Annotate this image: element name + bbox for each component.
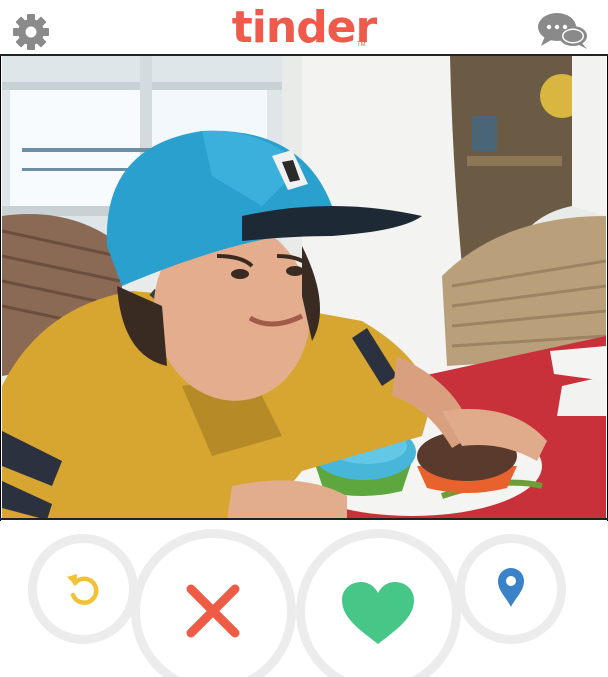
location-pin-icon [498,568,524,607]
location-button[interactable] [456,534,566,644]
rewind-icon [67,574,99,605]
profile-photo [2,56,606,520]
x-icon [186,584,240,638]
profile-photo-card[interactable] [2,56,606,520]
app-logo: tinder [0,2,608,53]
nope-button[interactable] [131,529,296,677]
like-button[interactable] [296,529,461,677]
chat-bubbles-icon [538,13,587,49]
rewind-button[interactable] [28,534,138,644]
logo-trademark: TM [357,42,366,48]
messages-button[interactable] [535,10,591,50]
action-bar [0,521,608,677]
top-bar: tinder TM [0,0,608,55]
photo-divider [0,518,608,520]
heart-icon [342,582,414,644]
logo-text: tinder [231,2,377,53]
